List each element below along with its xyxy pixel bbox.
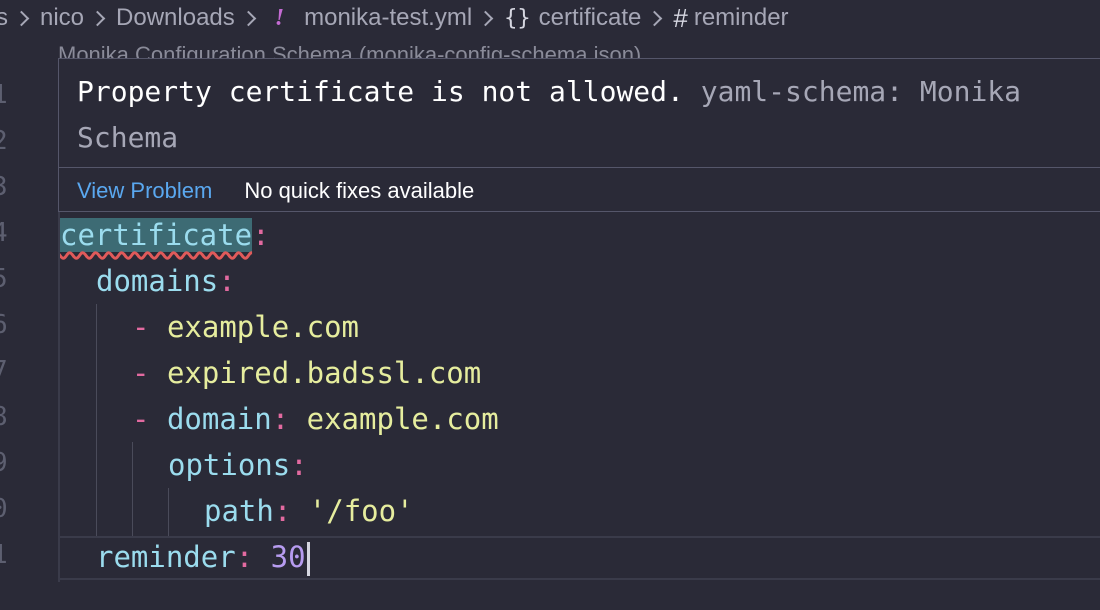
colon: : (290, 448, 308, 482)
number-symbol-icon: # (673, 2, 688, 33)
colon: : (273, 494, 292, 528)
yaml-key: options (168, 448, 291, 482)
code-line-6[interactable]: options: (168, 442, 308, 488)
breadcrumb-file-label: monika-test.yml (304, 4, 473, 31)
view-problem-link[interactable]: View Problem (77, 178, 212, 204)
breadcrumb-reminder-label: reminder (693, 4, 789, 31)
indent-guide (132, 442, 133, 536)
chevron-right-icon (92, 11, 106, 25)
breadcrumb-item-file[interactable]: ! monika-test.yml (267, 4, 472, 32)
line-number: 4 (0, 218, 12, 248)
breadcrumb-certificate-label: certificate (538, 4, 642, 31)
line-number: 3 (0, 172, 12, 202)
chevron-right-icon (480, 11, 494, 25)
object-symbol-icon: {} (504, 5, 531, 31)
breadcrumb-item-downloads[interactable]: Downloads (116, 4, 235, 32)
hover-popup: Property certificate is not allowed. yam… (58, 58, 1100, 212)
indent-guide (96, 304, 97, 536)
yaml-key: reminder (96, 540, 236, 574)
no-quick-fixes-text: No quick fixes available (244, 178, 475, 203)
breadcrumb: s nico Downloads ! monika-test.yml {} ce… (0, 0, 1100, 36)
code-line-8[interactable]: reminder: 30 (96, 534, 310, 580)
colon: : (271, 402, 290, 436)
code-line-4[interactable]: - expired.badssl.com (132, 350, 481, 396)
code-line-5[interactable]: - domain: example.com (132, 396, 499, 442)
colon: : (235, 540, 254, 574)
problem-message: Property certificate is not allowed. (77, 75, 684, 108)
breadcrumb-item-certificate[interactable]: {} certificate (504, 4, 641, 32)
line-number: 9 (0, 448, 12, 478)
list-dash: - (132, 310, 150, 344)
indent-guide (168, 488, 169, 536)
line-number: 2 (0, 126, 12, 156)
line-number: 1 (0, 80, 12, 110)
yaml-key: domain (166, 402, 272, 436)
code-line-7[interactable]: path: '/foo' (204, 488, 414, 534)
hover-actions-bar: View Problem No quick fixes available (59, 167, 1100, 214)
yaml-key: path (204, 494, 274, 528)
code-line-1[interactable]: certificate: (60, 212, 270, 258)
editor-window: s nico Downloads ! monika-test.yml {} ce… (0, 0, 1100, 610)
line-number: 7 (0, 356, 12, 386)
error-token[interactable]: certificate (60, 218, 253, 252)
line-number-gutter: 1 2 3 4 5 6 7 8 9 0 1 (0, 80, 10, 600)
yaml-value: '/foo' (308, 494, 414, 528)
code-line-2[interactable]: domains: (96, 258, 236, 304)
yaml-value: 30 (270, 540, 306, 574)
chevron-right-icon (243, 11, 257, 25)
list-dash: - (132, 402, 150, 436)
code-line-3[interactable]: - example.com (132, 304, 359, 350)
yaml-file-icon: ! (274, 4, 285, 31)
line-number: 8 (0, 402, 12, 432)
line-number: 1 (0, 540, 12, 570)
colon: : (252, 218, 270, 252)
chevron-right-icon (649, 11, 663, 25)
schema-codelens[interactable]: Monika Configuration Schema (monika-conf… (58, 44, 641, 58)
yaml-value: expired.badssl.com (166, 356, 482, 390)
breadcrumb-item-reminder[interactable]: # reminder (673, 3, 788, 34)
line-number: 6 (0, 310, 12, 340)
colon: : (218, 264, 236, 298)
breadcrumb-item-nico[interactable]: nico (40, 4, 84, 32)
yaml-value: example.com (306, 402, 499, 436)
line-number: 5 (0, 264, 12, 294)
yaml-key: domains (96, 264, 219, 298)
list-dash: - (132, 356, 150, 390)
yaml-value: example.com (166, 310, 359, 344)
line-number: 0 (0, 494, 12, 524)
hover-message: Property certificate is not allowed. yam… (77, 69, 1100, 161)
breadcrumb-item-s[interactable]: s (0, 4, 8, 32)
chevron-right-icon (16, 11, 30, 25)
code-editor[interactable]: certificate: domains: - example.com - ex… (58, 212, 1100, 582)
text-cursor (306, 542, 310, 576)
